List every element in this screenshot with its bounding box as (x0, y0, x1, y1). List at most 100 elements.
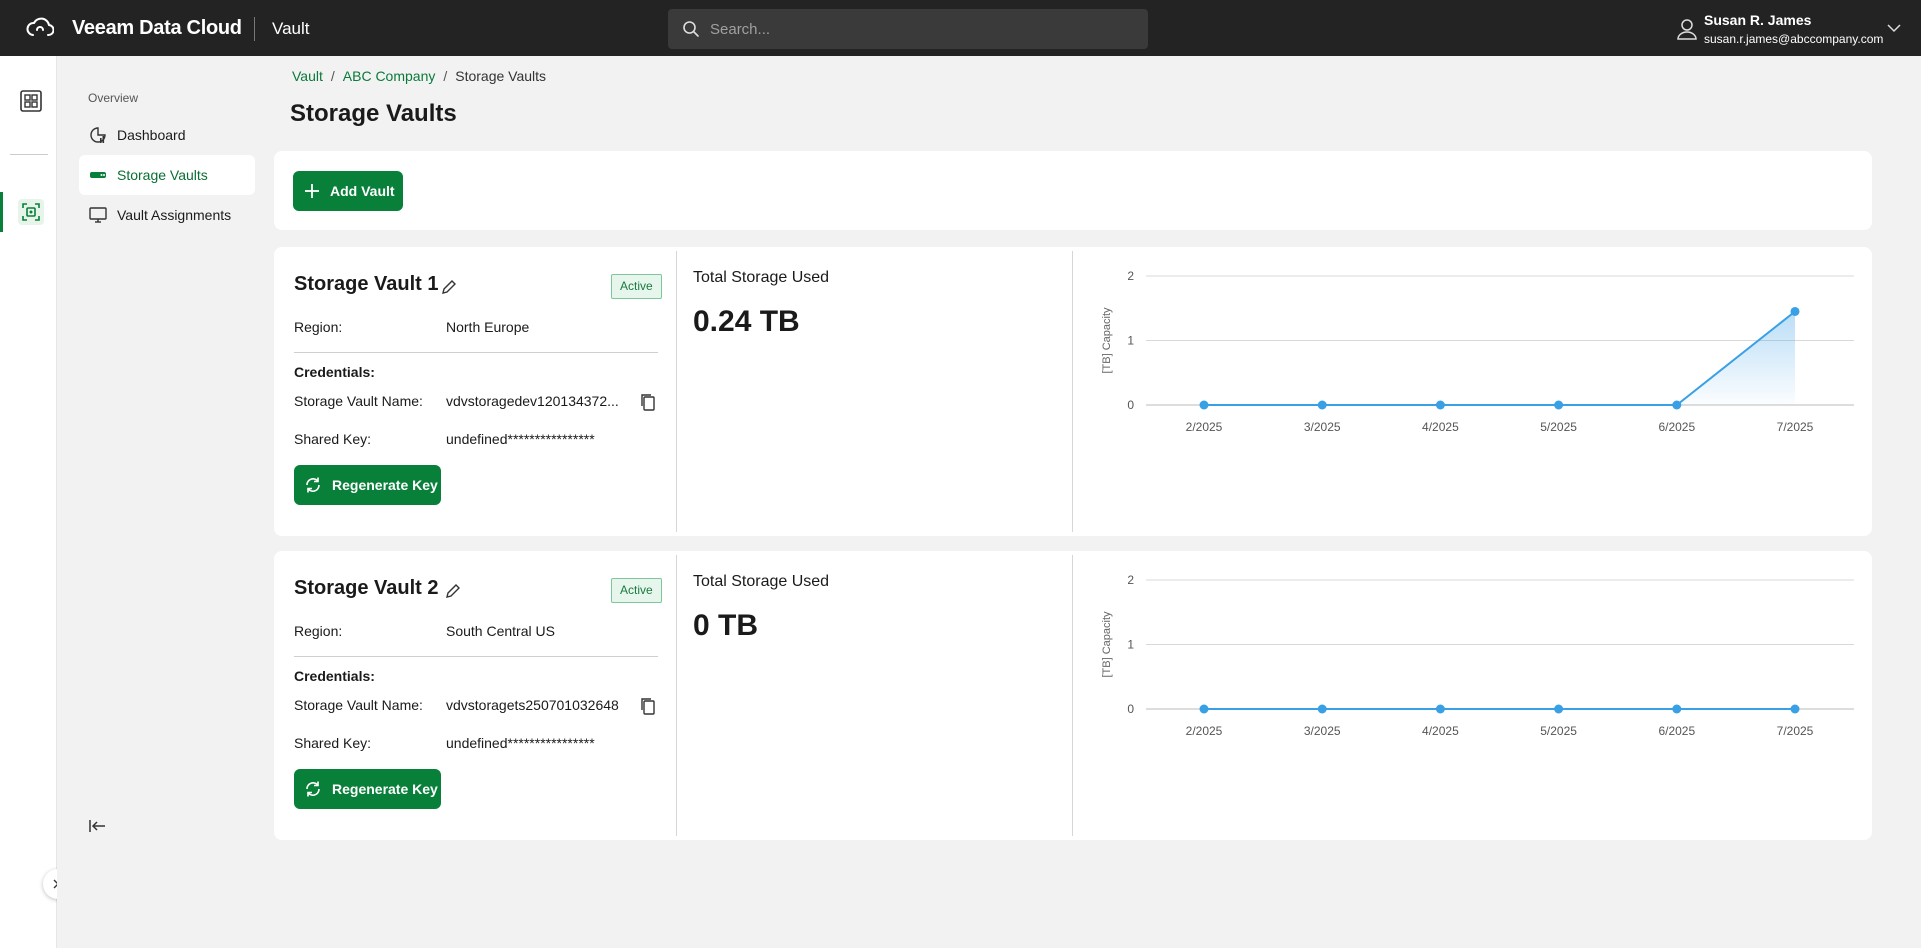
data-point (1672, 704, 1682, 714)
nav-item-label: Storage Vaults (117, 167, 208, 183)
user-name[interactable]: Susan R. James (1704, 12, 1811, 28)
y-tick-label: 1 (1127, 638, 1134, 652)
x-tick-label: 2/2025 (1186, 724, 1223, 738)
column-divider (676, 251, 677, 532)
brand-name[interactable]: Veeam Data Cloud (72, 17, 242, 40)
search-input[interactable] (710, 9, 1130, 49)
refresh-icon (306, 781, 320, 797)
search-box[interactable] (668, 9, 1148, 49)
toolbar-card: Add Vault (274, 151, 1872, 230)
breadcrumb-link-vault[interactable]: Vault (292, 68, 323, 84)
x-tick-label: 7/2025 (1777, 420, 1814, 434)
user-email[interactable]: susan.r.james@abccompany.com (1704, 32, 1883, 46)
y-tick-label: 2 (1127, 269, 1134, 283)
copy-icon[interactable] (640, 393, 656, 411)
y-axis-label: [TB] Capacity (1101, 611, 1113, 678)
top-bar: Veeam Data Cloud Vault Susan R. James su… (0, 0, 1921, 56)
vault-name: Storage Vault 1 (294, 273, 439, 295)
total-storage-value: 0 TB (693, 609, 759, 642)
regenerate-key-label: Regenerate Key (332, 781, 438, 797)
vault-name-label: Storage Vault Name: (294, 393, 423, 409)
vault-scan-icon[interactable] (18, 199, 44, 225)
total-storage-label: Total Storage Used (693, 269, 830, 286)
vault-name: Storage Vault 2 (294, 577, 439, 599)
monitor-icon (89, 207, 107, 223)
total-storage-label: Total Storage Used (693, 573, 830, 590)
edit-pencil-icon[interactable] (444, 582, 462, 600)
x-tick-label: 5/2025 (1540, 420, 1577, 434)
data-point (1554, 704, 1564, 714)
data-point (1317, 400, 1327, 410)
y-tick-label: 0 (1127, 398, 1134, 412)
nav-item-storage-vaults[interactable]: Storage Vaults (79, 155, 255, 195)
data-point (1199, 704, 1209, 714)
region-value: North Europe (446, 319, 530, 335)
icon-rail (0, 56, 57, 948)
data-point (1554, 400, 1564, 410)
status-badge: Active (611, 274, 662, 299)
y-tick-label: 1 (1127, 334, 1134, 348)
breadcrumb-separator: / (443, 68, 448, 84)
x-tick-label: 4/2025 (1422, 724, 1459, 738)
app-name: Vault (272, 19, 310, 38)
y-axis-label: [TB] Capacity (1101, 307, 1113, 374)
nav-item-vault-assignments[interactable]: Vault Assignments (79, 195, 255, 235)
nav-item-label: Dashboard (117, 127, 186, 143)
breadcrumb-separator: / (330, 68, 335, 84)
vault-name-label: Storage Vault Name: (294, 697, 423, 713)
rail-active-indicator (0, 192, 3, 232)
data-point (1790, 704, 1800, 714)
add-vault-label: Add Vault (330, 183, 395, 199)
x-tick-label: 6/2025 (1658, 724, 1695, 738)
x-tick-label: 6/2025 (1658, 420, 1695, 434)
data-point (1317, 704, 1327, 714)
status-badge: Active (611, 578, 662, 603)
x-tick-label: 4/2025 (1422, 420, 1459, 434)
edit-pencil-icon[interactable] (440, 278, 458, 296)
storage-icon (90, 172, 106, 178)
rail-divider (10, 154, 48, 155)
credentials-heading: Credentials: (294, 668, 375, 684)
region-label: Region: (294, 319, 343, 335)
data-point (1199, 400, 1209, 410)
shared-key-value: undefined**************** (446, 431, 595, 447)
user-icon[interactable] (1676, 17, 1698, 41)
shared-key-label: Shared Key: (294, 431, 372, 447)
regenerate-key-button[interactable]: Regenerate Key (294, 465, 441, 505)
regenerate-key-label: Regenerate Key (332, 477, 438, 493)
chevron-down-icon[interactable] (1886, 22, 1902, 34)
brand-separator (254, 17, 255, 41)
capacity-chart: 0 1 2 [TB] Capacity 2/2025 3/2025 4/2025 5/2025… (1101, 573, 1854, 738)
dashboard-grid-icon[interactable] (20, 90, 42, 112)
nav-item-dashboard[interactable]: Dashboard (79, 115, 255, 155)
divider (294, 656, 658, 657)
vault-card: Storage Vault 2 Active Region: South Cen… (274, 551, 1872, 840)
add-vault-button[interactable]: Add Vault (293, 171, 403, 211)
breadcrumb: Vault / ABC Company / Storage Vaults (292, 68, 546, 84)
breadcrumb-link-company[interactable]: ABC Company (343, 68, 436, 84)
credentials-heading: Credentials: (294, 364, 375, 380)
vault-card: Storage Vault 1 Active Region: North Eur… (274, 247, 1872, 536)
data-point (1435, 704, 1445, 714)
data-point (1435, 400, 1445, 410)
x-tick-label: 3/2025 (1304, 724, 1341, 738)
copy-icon[interactable] (640, 697, 656, 715)
y-tick-label: 0 (1127, 702, 1134, 716)
regenerate-key-button[interactable]: Regenerate Key (294, 769, 441, 809)
vault-name-value: vdvstoragedev120134372... (446, 393, 619, 409)
dashboard-chart-icon (90, 127, 106, 143)
y-tick-label: 2 (1127, 573, 1134, 587)
x-tick-label: 3/2025 (1304, 420, 1341, 434)
refresh-icon (306, 477, 320, 493)
collapse-sidebar-icon[interactable] (87, 818, 107, 834)
column-divider (1072, 251, 1073, 532)
region-value: South Central US (446, 623, 555, 639)
secondary-nav: Overview Dashboard Storage Vaults Vault … (57, 56, 265, 948)
cloud-logo-icon (26, 17, 54, 36)
shared-key-value: undefined**************** (446, 735, 595, 751)
column-divider (676, 555, 677, 836)
capacity-chart: 0 1 2 [TB] Capacity 2/2025 3/2025 4/2025 5/2025… (1101, 269, 1854, 434)
vault-name-value: vdvstoragets250701032648 (446, 697, 619, 713)
total-storage-value: 0.24 TB (693, 305, 800, 338)
column-divider (1072, 555, 1073, 836)
